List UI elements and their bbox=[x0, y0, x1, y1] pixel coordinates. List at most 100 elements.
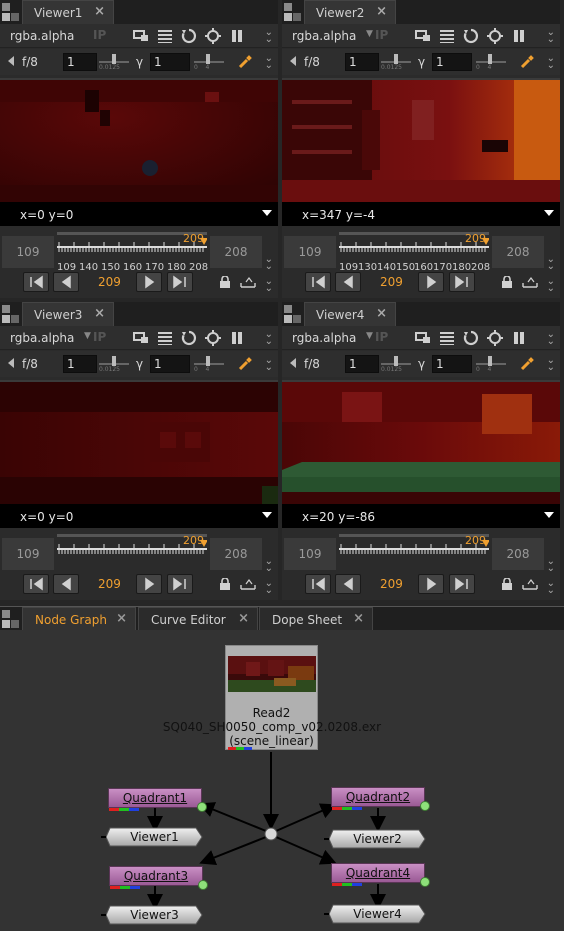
to-end-button[interactable] bbox=[449, 272, 475, 292]
chevron-down-icon[interactable]: ⌄ ⌄ bbox=[265, 54, 273, 71]
tab-viewer[interactable]: Viewer1 × bbox=[22, 0, 114, 24]
input-process-toggle[interactable]: IP bbox=[93, 28, 106, 42]
chevron-down-icon[interactable]: ⌄ ⌄ bbox=[265, 330, 273, 347]
chevron-down-icon[interactable]: ⌄ ⌄ bbox=[547, 28, 555, 45]
monitor-out-icon[interactable] bbox=[133, 28, 149, 44]
tab-node-graph[interactable]: Node Graph × bbox=[22, 607, 136, 631]
roi-icon[interactable] bbox=[205, 330, 221, 346]
chevron-down-icon[interactable]: ⌄ ⌄ bbox=[547, 579, 555, 596]
viewer-image[interactable] bbox=[0, 78, 278, 202]
close-icon[interactable]: × bbox=[116, 611, 127, 626]
color-picker-icon[interactable] bbox=[520, 357, 534, 371]
panel-grip-icon[interactable] bbox=[284, 3, 301, 21]
tab-viewer[interactable]: Viewer2 × bbox=[304, 0, 396, 24]
arrow-left-icon[interactable] bbox=[8, 56, 14, 66]
viewer-image[interactable] bbox=[282, 78, 560, 202]
close-icon[interactable]: × bbox=[376, 306, 387, 321]
to-end-button[interactable] bbox=[449, 574, 475, 594]
channel-select[interactable]: rgba.alpha bbox=[292, 331, 356, 345]
input-process-toggle[interactable]: IP bbox=[93, 330, 106, 344]
chevron-down-icon[interactable]: ⌄ ⌄ bbox=[547, 255, 555, 272]
tab-viewer[interactable]: Viewer4 × bbox=[304, 302, 396, 326]
in-frame-field[interactable]: 109 bbox=[284, 538, 336, 570]
to-end-button[interactable] bbox=[167, 272, 193, 292]
color-picker-icon[interactable] bbox=[238, 357, 252, 371]
in-frame-field[interactable]: 109 bbox=[284, 236, 336, 268]
chevron-down-icon[interactable]: ⌄ ⌄ bbox=[265, 277, 273, 294]
frame-step-icon[interactable] bbox=[240, 578, 256, 590]
arrow-left-icon[interactable] bbox=[290, 358, 296, 368]
chevron-down-icon[interactable]: ⌄ ⌄ bbox=[547, 277, 555, 294]
clip-warning-icon[interactable] bbox=[157, 330, 173, 346]
chevron-down-icon[interactable]: ⌄ ⌄ bbox=[265, 356, 273, 373]
arrow-left-icon[interactable] bbox=[8, 358, 14, 368]
lock-icon[interactable] bbox=[219, 275, 231, 288]
gamma-slider[interactable]: 0 4 bbox=[194, 355, 224, 373]
pause-icon[interactable] bbox=[229, 330, 245, 346]
refresh-icon[interactable] bbox=[463, 330, 479, 346]
gamma-field[interactable]: 1 bbox=[150, 355, 190, 373]
lock-icon[interactable] bbox=[501, 577, 513, 590]
viewer-image[interactable] bbox=[282, 380, 560, 504]
current-frame[interactable]: 209 bbox=[380, 577, 403, 591]
close-icon[interactable]: × bbox=[94, 4, 105, 19]
pause-icon[interactable] bbox=[511, 330, 527, 346]
viewer-node[interactable]: Viewer3 bbox=[106, 905, 203, 925]
viewer-node[interactable]: Viewer2 bbox=[329, 829, 426, 849]
current-frame[interactable]: 209 bbox=[98, 577, 121, 591]
input-process-toggle[interactable]: IP bbox=[375, 28, 388, 42]
prev-frame-button[interactable] bbox=[335, 574, 361, 594]
frame-step-icon[interactable] bbox=[522, 578, 538, 590]
gain-field[interactable]: 1 bbox=[345, 355, 379, 373]
gamma-field[interactable]: 1 bbox=[432, 53, 472, 71]
panel-grip-icon[interactable] bbox=[2, 3, 19, 21]
mask-input-dot[interactable] bbox=[198, 880, 208, 890]
refresh-icon[interactable] bbox=[181, 330, 197, 346]
to-start-button[interactable] bbox=[305, 272, 331, 292]
quadrant-node[interactable]: Quadrant4 bbox=[331, 863, 425, 886]
clip-warning-icon[interactable] bbox=[439, 330, 455, 346]
frame-step-icon[interactable] bbox=[522, 276, 538, 288]
quadrant-node[interactable]: Quadrant2 bbox=[331, 787, 425, 810]
in-frame-field[interactable]: 109 bbox=[2, 538, 54, 570]
chevron-down-icon[interactable]: ⌄ ⌄ bbox=[265, 557, 273, 574]
chevron-down-icon[interactable]: ⌄ ⌄ bbox=[265, 255, 273, 272]
lock-icon[interactable] bbox=[501, 275, 513, 288]
close-icon[interactable]: × bbox=[353, 611, 364, 626]
read-node[interactable]: Read2 SQ040_SH0050_comp_v02.0208.exr (sc… bbox=[163, 645, 381, 750]
lock-icon[interactable] bbox=[219, 577, 231, 590]
chevron-down-icon[interactable]: ⌄ ⌄ bbox=[547, 330, 555, 347]
monitor-out-icon[interactable] bbox=[415, 330, 431, 346]
gamma-field[interactable]: 1 bbox=[432, 355, 472, 373]
refresh-icon[interactable] bbox=[463, 28, 479, 44]
current-frame[interactable]: 209 bbox=[380, 275, 403, 289]
channel-select[interactable]: rgba.alpha bbox=[10, 29, 74, 43]
input-process-toggle[interactable]: IP bbox=[375, 330, 388, 344]
gamma-slider[interactable]: 0 4 bbox=[476, 355, 506, 373]
fstop-label[interactable]: f/8 bbox=[304, 357, 320, 371]
color-picker-icon[interactable] bbox=[520, 55, 534, 69]
prev-frame-button[interactable] bbox=[53, 272, 79, 292]
to-start-button[interactable] bbox=[23, 272, 49, 292]
chevron-down-icon[interactable]: ▼ bbox=[366, 331, 373, 341]
panel-grip-icon[interactable] bbox=[2, 305, 19, 323]
chevron-down-icon[interactable]: ⌄ ⌄ bbox=[265, 28, 273, 45]
quadrant-node[interactable]: Quadrant3 bbox=[109, 866, 203, 889]
monitor-out-icon[interactable] bbox=[133, 330, 149, 346]
gain-slider[interactable]: 0.0125 bbox=[381, 355, 411, 373]
chevron-down-icon[interactable] bbox=[544, 512, 554, 518]
to-end-button[interactable] bbox=[167, 574, 193, 594]
mask-input-dot[interactable] bbox=[420, 801, 430, 811]
pause-icon[interactable] bbox=[511, 28, 527, 44]
play-forward-button[interactable] bbox=[136, 574, 162, 594]
viewer-node[interactable]: Viewer4 bbox=[329, 904, 426, 924]
out-frame-field[interactable]: 208 bbox=[210, 236, 262, 268]
panel-grip-icon[interactable] bbox=[2, 610, 19, 628]
channel-select[interactable]: rgba.alpha bbox=[292, 29, 356, 43]
refresh-icon[interactable] bbox=[181, 28, 197, 44]
gain-field[interactable]: 1 bbox=[63, 53, 97, 71]
panel-grip-icon[interactable] bbox=[284, 305, 301, 323]
arrow-left-icon[interactable] bbox=[290, 56, 296, 66]
gain-field[interactable]: 1 bbox=[345, 53, 379, 71]
tab-dope-sheet[interactable]: Dope Sheet × bbox=[259, 607, 373, 631]
